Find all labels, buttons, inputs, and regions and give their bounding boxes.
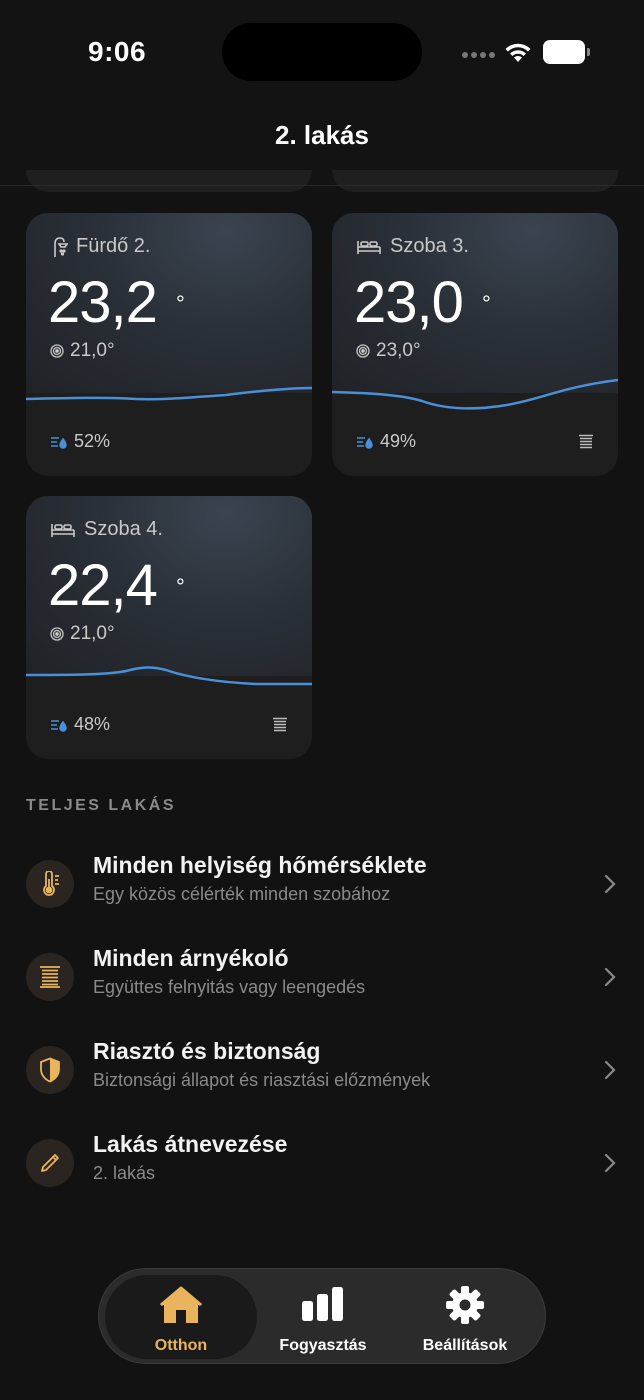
shower-icon	[54, 236, 68, 257]
target-icon	[50, 344, 64, 358]
tab-home[interactable]: Otthon	[105, 1275, 257, 1359]
temperature-graph	[26, 666, 312, 686]
page-title: 2. lakás	[275, 120, 369, 150]
house-icon	[160, 1286, 202, 1323]
list-item-title: Riasztó és biztonság	[93, 1038, 321, 1064]
room-name: Fürdő 2.	[76, 235, 151, 257]
tab-label: Fogyasztás	[279, 1337, 367, 1354]
target-temperature-row: 23,0°	[356, 340, 421, 362]
room-name-row: Fürdő 2.	[50, 235, 150, 258]
chevron-right-icon	[604, 1060, 616, 1080]
humidity-row: 49%	[356, 431, 416, 452]
list-item-all-shades[interactable]: Minden árnyékoló Együttes felnyitás vagy…	[0, 943, 644, 1036]
status-time: 9:06	[88, 36, 147, 67]
chevron-right-icon	[604, 1153, 616, 1173]
list-item-title: Minden helyiség hőmérséklete	[93, 852, 427, 878]
dynamic-island	[222, 23, 422, 81]
list-item-subtitle: Biztonsági állapot és riasztási előzmény…	[93, 1070, 431, 1090]
target-temperature-row: 21,0°	[50, 623, 115, 645]
icon-circle	[26, 860, 74, 908]
blinds-icon[interactable]	[578, 434, 594, 450]
humidity-row: 48%	[50, 714, 110, 735]
battery-icon	[543, 40, 590, 64]
list-item-alarm-security[interactable]: Riasztó és biztonság Biztonsági állapot …	[0, 1036, 644, 1129]
signal-icon	[462, 52, 495, 58]
gear-icon	[446, 1286, 484, 1324]
current-temperature: 22,4	[48, 553, 158, 618]
section-header: TELJES LAKÁS	[26, 797, 177, 814]
tab-consumption[interactable]: Fogyasztás	[247, 1275, 399, 1359]
degree-symbol: °	[482, 291, 491, 316]
tab-bar: Otthon Fogyasztás Beállítások	[98, 1268, 546, 1364]
thermometer-icon	[43, 871, 59, 896]
status-bar: 9:06	[0, 0, 644, 100]
humidity-icon	[357, 436, 373, 449]
current-temperature: 23,2	[48, 270, 158, 335]
room-name-row: Szoba 3.	[356, 235, 469, 258]
humidity-value: 48%	[74, 714, 111, 734]
icon-circle	[26, 1139, 74, 1187]
room-card-furdo-2[interactable]: Fürdő 2. 23,2 ° 21,0° 52%	[26, 213, 312, 476]
room-name: Szoba 3.	[390, 235, 469, 257]
target-temperature-row: 21,0°	[50, 340, 115, 362]
target-icon	[356, 344, 370, 358]
list-item-all-temperatures[interactable]: Minden helyiség hőmérséklete Egy közös c…	[0, 850, 644, 943]
icon-circle	[26, 953, 74, 1001]
list-item-subtitle: Együttes felnyitás vagy leengedés	[93, 977, 366, 997]
wifi-icon	[505, 43, 531, 62]
bed-icon	[51, 523, 75, 537]
target-temperature: 23,0°	[376, 340, 421, 361]
room-card-szoba-4[interactable]: Szoba 4. 22,4 ° 21,0° 48%	[26, 496, 312, 759]
temperature-graph	[332, 378, 618, 410]
blinds-icon	[40, 966, 60, 988]
humidity-row: 52%	[50, 431, 110, 452]
icon-circle	[26, 1046, 74, 1094]
tab-label: Otthon	[154, 1337, 208, 1354]
target-temperature: 21,0°	[70, 623, 115, 644]
room-name: Szoba 4.	[84, 518, 163, 540]
humidity-value: 52%	[74, 431, 111, 451]
list-item-title: Minden árnyékoló	[93, 945, 289, 971]
target-icon	[50, 627, 64, 641]
list-item-subtitle: Egy közös célérték minden szobához	[93, 884, 391, 904]
list-item-title: Lakás átnevezése	[93, 1131, 288, 1157]
chevron-right-icon	[604, 967, 616, 987]
room-card-szoba-3[interactable]: Szoba 3. 23,0 ° 23,0° 49%	[332, 213, 618, 476]
shield-icon	[40, 1057, 60, 1083]
bar-chart-icon	[302, 1287, 343, 1321]
chevron-right-icon	[604, 874, 616, 894]
room-name-row: Szoba 4.	[50, 518, 163, 541]
humidity-icon	[51, 436, 67, 449]
bed-icon	[357, 240, 381, 254]
humidity-icon	[51, 719, 67, 732]
tab-settings[interactable]: Beállítások	[389, 1275, 541, 1359]
list-item-subtitle: 2. lakás	[93, 1163, 156, 1183]
current-temperature: 23,0	[354, 270, 464, 335]
blinds-icon[interactable]	[272, 717, 288, 733]
degree-symbol: °	[176, 574, 185, 599]
temperature-graph	[26, 386, 312, 401]
degree-symbol: °	[176, 291, 185, 316]
target-temperature: 21,0°	[70, 340, 115, 361]
list-item-rename-home[interactable]: Lakás átnevezése 2. lakás	[0, 1129, 644, 1222]
pencil-icon	[41, 1154, 59, 1172]
tab-label: Beállítások	[422, 1337, 508, 1354]
humidity-value: 49%	[380, 431, 417, 451]
